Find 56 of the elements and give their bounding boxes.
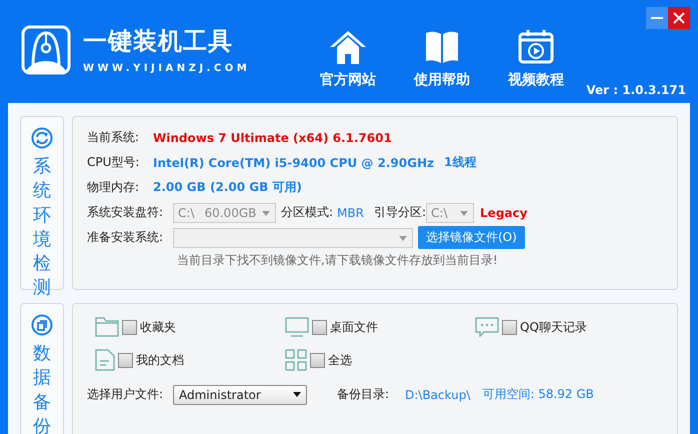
field-label: 当前系统: bbox=[87, 129, 140, 146]
checkbox[interactable] bbox=[118, 352, 133, 368]
checkbox[interactable] bbox=[122, 320, 137, 334]
field-label: 准备安装系统: bbox=[87, 229, 164, 246]
home-icon bbox=[328, 28, 368, 64]
caret-icon bbox=[399, 236, 407, 240]
website-url: WWW.YIJIANZJ.COM bbox=[83, 63, 250, 74]
nav-link[interactable]: 视频教程 bbox=[504, 28, 568, 88]
field-label: 分区模式: bbox=[281, 204, 334, 221]
checkbox-label: 我的文档 bbox=[136, 352, 184, 368]
field-label: 系统安装盘符: bbox=[87, 204, 164, 221]
memory-value: 2.00 GB (2.00 GB 可用) bbox=[153, 179, 302, 196]
checkbox-label: 全选 bbox=[328, 352, 352, 368]
version-label: Ver : 1.0.3.171 bbox=[586, 83, 686, 97]
close-icon bbox=[673, 12, 685, 24]
partition-mode-value: MBR bbox=[337, 206, 364, 220]
user-select[interactable]: Administrator bbox=[173, 384, 307, 404]
monitor-icon bbox=[285, 317, 309, 337]
nav-link[interactable]: 使用帮助 bbox=[410, 28, 474, 88]
caret-icon bbox=[460, 210, 468, 216]
field-label: CPU型号: bbox=[87, 154, 140, 171]
grid-icon bbox=[285, 349, 307, 371]
folder-icon bbox=[95, 317, 119, 337]
section-title: 系统环境检测 bbox=[33, 155, 51, 300]
checkbox[interactable] bbox=[310, 352, 325, 368]
cpu-value: Intel(R) Core(TM) i5-9400 CPU @ 2.90GHz bbox=[153, 156, 434, 170]
section-title: 数据备份 bbox=[33, 342, 51, 434]
copy-icon bbox=[31, 314, 53, 336]
backup-path-link[interactable]: D:\Backup\ bbox=[405, 388, 470, 402]
minimize-button[interactable] bbox=[646, 7, 668, 29]
chat-icon bbox=[475, 317, 499, 337]
field-label: 引导分区: bbox=[374, 204, 426, 221]
video-icon bbox=[517, 28, 556, 64]
refresh-icon bbox=[31, 127, 53, 149]
nav-link[interactable]: 官方网站 bbox=[316, 28, 380, 88]
document-icon bbox=[95, 349, 115, 371]
minimize-icon bbox=[651, 17, 663, 19]
checkbox-label: 桌面文件 bbox=[330, 318, 378, 336]
notice-text: 当前目录下找不到镜像文件,请下载镜像文件存放到当前目录! bbox=[177, 252, 499, 269]
logo-icon bbox=[21, 24, 71, 74]
system-value: Windows 7 Ultimate (x64) 6.1.7601 bbox=[153, 130, 392, 144]
close-button[interactable] bbox=[668, 7, 690, 29]
free-space-text: 可用空间: 58.92 GB bbox=[482, 386, 594, 403]
app-title: 一键装机工具 bbox=[83, 26, 234, 57]
checkbox-label: 收藏夹 bbox=[140, 318, 176, 336]
thread-count: 1线程 bbox=[444, 154, 476, 171]
field-label: 备份目录: bbox=[337, 386, 390, 403]
caret-icon bbox=[293, 392, 301, 397]
caret-icon bbox=[262, 210, 270, 216]
boot-mode-value: Legacy bbox=[480, 206, 528, 220]
field-label: 物理内存: bbox=[87, 179, 140, 196]
checkbox[interactable] bbox=[312, 320, 327, 334]
field-label: 选择用户文件: bbox=[87, 386, 164, 403]
checkbox-label: QQ聊天记录 bbox=[520, 318, 587, 336]
checkbox[interactable] bbox=[502, 320, 517, 334]
book-icon bbox=[424, 28, 460, 64]
